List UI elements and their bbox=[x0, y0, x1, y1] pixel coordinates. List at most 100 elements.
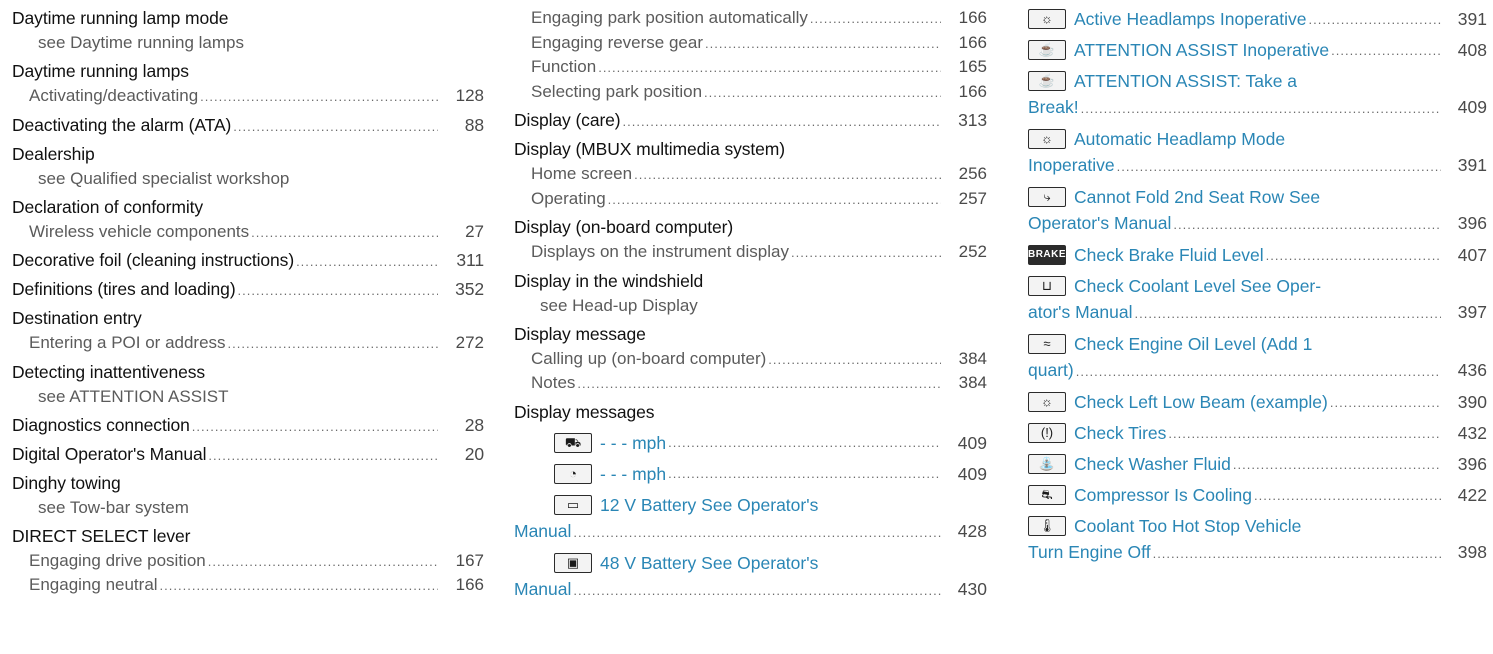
display-message-link[interactable]: ☼ Automatic Headlamp Mode bbox=[1028, 126, 1487, 152]
page-number: 252 bbox=[958, 242, 987, 261]
display-message-link[interactable]: (!) Check Tires 432 bbox=[1028, 420, 1487, 446]
index-subentry[interactable]: Calling up (on-board computer) 384 bbox=[514, 347, 987, 372]
index-subentry[interactable]: Operating 257 bbox=[514, 187, 987, 212]
entry-label: Engaging reverse gear bbox=[531, 32, 704, 52]
index-subentry[interactable]: Home screen 256 bbox=[514, 162, 987, 187]
index-entry: Definitions (tires and loading) 352 bbox=[12, 277, 484, 302]
page-number: 166 bbox=[958, 8, 987, 27]
index-subentry[interactable]: Engaging drive position 167 bbox=[12, 549, 484, 574]
index-entry: Declaration of conformity Wireless vehicl… bbox=[12, 195, 484, 245]
index-column-1: Daytime running lamp mode see Daytime run… bbox=[12, 6, 484, 602]
leader-dots bbox=[1330, 396, 1441, 409]
index-heading-link[interactable]: Deactivating the alarm (ATA) 88 bbox=[12, 113, 484, 138]
entry-label: Inoperative bbox=[1028, 155, 1115, 175]
display-message-link-continuation[interactable]: Break! 409 bbox=[1028, 94, 1487, 121]
display-message-link-continuation[interactable]: Turn Engine Off 398 bbox=[1028, 539, 1487, 566]
leader-dots bbox=[233, 120, 438, 133]
see-reference[interactable]: see Head-up Display bbox=[514, 294, 987, 318]
display-message-link[interactable]: ◔ - - - mph 409 bbox=[514, 461, 987, 487]
index-entry: Destination entry Entering a POI or addre… bbox=[12, 306, 484, 356]
display-message-link[interactable]: ▭ 12 V Battery See Operator's bbox=[514, 492, 987, 518]
page-number: 20 bbox=[464, 443, 484, 464]
display-message-link[interactable]: ⛐ Compressor Is Cooling 422 bbox=[1028, 482, 1487, 508]
display-message-link[interactable]: ⛟ - - - mph 409 bbox=[514, 430, 987, 456]
display-message-link[interactable]: ⊔ Check Coolant Level See Oper- bbox=[1028, 273, 1487, 299]
leader-dots bbox=[296, 255, 438, 268]
headlamp-sun-icon: ☼ bbox=[1028, 129, 1066, 149]
index-subentry[interactable]: Selecting park position 166 bbox=[514, 80, 987, 105]
index-heading-link[interactable]: Display (care) 313 bbox=[514, 108, 987, 133]
page-number: 272 bbox=[455, 333, 484, 352]
see-reference[interactable]: see Tow-bar system bbox=[12, 496, 484, 520]
see-reference[interactable]: see Daytime running lamps bbox=[12, 31, 484, 55]
index-subentry[interactable]: Displays on the instrument display 252 bbox=[514, 240, 987, 265]
display-message-link-continuation[interactable]: Manual 428 bbox=[514, 518, 987, 545]
index-subentry[interactable]: Activating/deactivating 128 bbox=[12, 84, 484, 109]
12v-battery-icon: ▭ bbox=[554, 494, 592, 515]
display-message-link[interactable]: ▣ 48 V Battery See Operator's bbox=[514, 550, 987, 576]
message-text: Compressor Is Cooling bbox=[1074, 485, 1252, 505]
display-message-link[interactable]: ⤷ Cannot Fold 2nd Seat Row See bbox=[1028, 184, 1487, 210]
display-message-link[interactable]: ≈ Check Engine Oil Level (Add 1 bbox=[1028, 331, 1487, 357]
index-subentry[interactable]: Engaging reverse gear 166 bbox=[514, 31, 987, 56]
index-heading: Dealership bbox=[12, 143, 95, 164]
index-heading-link[interactable]: Definitions (tires and loading) 352 bbox=[12, 277, 484, 302]
message-text: ATTENTION ASSIST: Take a bbox=[1074, 71, 1298, 91]
display-message-link[interactable]: ⛲ Check Washer Fluid 396 bbox=[1028, 451, 1487, 477]
continued-subentries: Engaging park position automatically166E… bbox=[514, 6, 987, 104]
index-heading: Daytime running lamp mode bbox=[12, 8, 229, 28]
display-message-link[interactable]: BRAKE Check Brake Fluid Level 407 bbox=[1028, 242, 1487, 268]
index-heading: Display message bbox=[514, 323, 646, 344]
page-number: 166 bbox=[455, 575, 484, 594]
display-message-link-continuation[interactable]: quart) 436 bbox=[1028, 357, 1487, 384]
index-subentry[interactable]: Function 165 bbox=[514, 55, 987, 80]
display-message-link-continuation[interactable]: Inoperative 391 bbox=[1028, 152, 1487, 179]
page-number: 165 bbox=[958, 57, 987, 76]
entry-label: Displays on the instrument display bbox=[531, 242, 789, 261]
page-number: 384 bbox=[958, 373, 987, 392]
index-entry: Dealership see Qualified specialist works… bbox=[12, 142, 484, 191]
display-message-link[interactable]: ☕ ATTENTION ASSIST Inoperative 408 bbox=[1028, 37, 1487, 63]
index-subentry[interactable]: Notes 384 bbox=[514, 371, 987, 396]
index-heading: Declaration of conformity bbox=[12, 196, 204, 217]
display-message-link[interactable]: ☼ Active Headlamps Inoperative 391 bbox=[1028, 6, 1487, 32]
page-number: 409 bbox=[957, 432, 987, 453]
index-heading: Dinghy towing bbox=[12, 472, 121, 493]
index-heading-link[interactable]: Decorative foil (cleaning instructions) 3… bbox=[12, 248, 484, 273]
leader-dots bbox=[810, 12, 941, 25]
index-heading: Detecting inattentiveness bbox=[12, 361, 206, 382]
message-text: Cannot Fold 2nd Seat Row See bbox=[1074, 187, 1321, 207]
message-text: Check Engine Oil Level (Add 1 bbox=[1074, 334, 1313, 354]
index-subentry[interactable]: Engaging park position automatically 166 bbox=[514, 6, 987, 31]
page-number: 256 bbox=[958, 164, 987, 183]
entry-label: Turn Engine Off bbox=[1028, 542, 1151, 562]
page-number: 390 bbox=[1457, 392, 1487, 412]
index-heading-link[interactable]: Diagnostics connection 28 bbox=[12, 413, 484, 438]
page-number: 352 bbox=[455, 279, 484, 299]
page-number: 128 bbox=[455, 86, 484, 105]
brake-text-icon: BRAKE bbox=[1028, 245, 1066, 265]
seat-fold-icon: ⤷ bbox=[1028, 187, 1066, 207]
see-reference[interactable]: see ATTENTION ASSIST bbox=[12, 385, 484, 409]
index-entry: Display (care) 313 bbox=[514, 108, 987, 133]
page-number: 257 bbox=[958, 188, 987, 208]
display-message-link[interactable]: ☕ ATTENTION ASSIST: Take a bbox=[1028, 68, 1487, 94]
entry-label: Digital Operator's Manual bbox=[12, 443, 207, 464]
display-message-link[interactable]: 🌡 Coolant Too Hot Stop Vehicle bbox=[1028, 513, 1487, 539]
display-message-link-continuation[interactable]: Manual 430 bbox=[514, 576, 987, 603]
index-subentry[interactable]: Wireless vehicle components 27 bbox=[12, 220, 484, 245]
entry-label: Calling up (on-board computer) bbox=[531, 348, 767, 368]
headlamp-sun-icon: ☼ bbox=[1028, 392, 1066, 412]
entry-label: Selecting park position bbox=[531, 81, 703, 101]
display-message-link[interactable]: ☼ Check Left Low Beam (example) 390 bbox=[1028, 389, 1487, 415]
index-subentry[interactable]: Entering a POI or address 272 bbox=[12, 331, 484, 356]
display-message-link-continuation[interactable]: ator's Manual 397 bbox=[1028, 299, 1487, 326]
index-heading-link[interactable]: Digital Operator's Manual 20 bbox=[12, 442, 484, 467]
display-message-link-continuation[interactable]: Operator's Manual 396 bbox=[1028, 210, 1487, 237]
leader-dots bbox=[208, 449, 438, 462]
leader-dots bbox=[705, 37, 941, 50]
page-number: 409 bbox=[957, 463, 987, 484]
see-reference[interactable]: see Qualified specialist workshop bbox=[12, 167, 484, 191]
index-subentry[interactable]: Engaging neutral 166 bbox=[12, 573, 484, 598]
index-entry: Display message Calling up (on-board comp… bbox=[514, 322, 987, 396]
